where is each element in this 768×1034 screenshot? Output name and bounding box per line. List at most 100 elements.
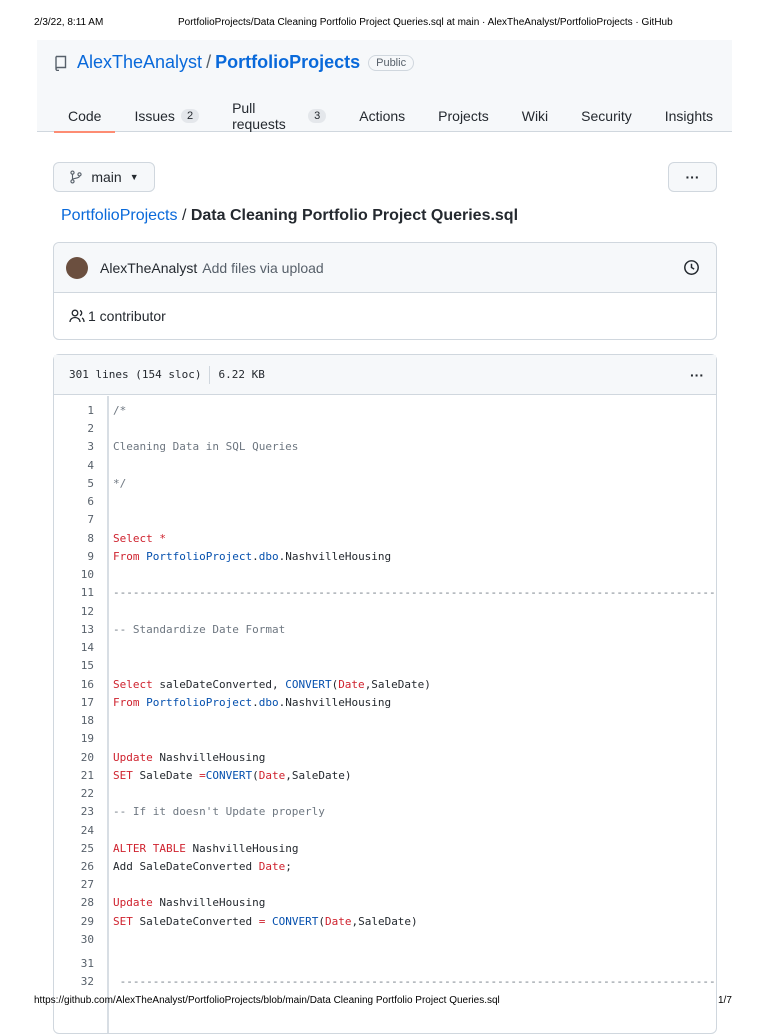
line-number[interactable]: 17	[54, 696, 94, 709]
repo-owner-link[interactable]: AlexTheAnalyst	[77, 52, 202, 73]
tab-label: Pull requests	[232, 100, 286, 132]
file-more-button[interactable]: ···	[690, 367, 704, 383]
line-number[interactable]: 14	[54, 641, 94, 654]
code-token: From	[113, 695, 147, 709]
code-token: Date	[258, 768, 286, 782]
more-options-button[interactable]: ···	[668, 162, 717, 192]
code-line: Update NashvilleHousing	[113, 896, 716, 909]
tab-issues[interactable]: Issues 2	[120, 100, 200, 132]
tab-label: Projects	[438, 108, 489, 124]
line-number[interactable]: 6	[54, 495, 94, 508]
tab-label: Security	[581, 108, 632, 124]
tab-actions[interactable]: Actions	[345, 100, 405, 132]
branch-icon	[70, 170, 83, 184]
line-number[interactable]: 1	[54, 404, 94, 417]
line-number[interactable]: 20	[54, 751, 94, 764]
code-token: PortfolioProject	[146, 695, 253, 709]
commit-author[interactable]: AlexTheAnalyst	[100, 260, 197, 276]
code-line: /*	[113, 404, 716, 417]
code-line: SET SaleDateConverted = CONVERT(Date,Sal…	[113, 915, 716, 928]
line-number[interactable]: 3	[54, 440, 94, 453]
line-number[interactable]: 7	[54, 513, 94, 526]
latest-commit: AlexTheAnalyst Add files via upload	[54, 243, 716, 293]
line-number[interactable]: 26	[54, 860, 94, 873]
file-size: 6.22 KB	[218, 368, 265, 381]
line-number[interactable]: 18	[54, 714, 94, 727]
print-url: https://github.com/AlexTheAnalyst/Portfo…	[34, 995, 500, 1006]
code-token: CONVERT	[205, 768, 253, 782]
code-line: From PortfolioProject.dbo.NashvilleHousi…	[113, 696, 716, 709]
tab-wiki[interactable]: Wiki	[508, 100, 548, 132]
code-token: .NashvilleHousing	[278, 695, 392, 709]
code-token: =	[199, 768, 206, 782]
print-page: 1/7	[718, 995, 732, 1006]
code-token: CONVERT	[285, 677, 332, 691]
line-number[interactable]: 27	[54, 878, 94, 891]
line-number[interactable]: 12	[54, 605, 94, 618]
file-viewer: 301 lines (154 sloc) 6.22 KB ··· 1/* 2 3 Cl…	[53, 354, 717, 1034]
print-date: 2/3/22, 8:11 AM	[34, 17, 104, 28]
repo-name: PortfolioProjects	[215, 52, 361, 72]
code-token: Select *	[113, 531, 166, 545]
tab-label: Issues	[134, 108, 175, 124]
line-number[interactable]: 10	[54, 568, 94, 581]
line-number[interactable]: 9	[54, 550, 94, 563]
avatar[interactable]	[66, 256, 88, 279]
tab-security[interactable]: Security	[567, 100, 632, 132]
line-number[interactable]: 8	[54, 532, 94, 545]
line-number[interactable]: 4	[54, 459, 94, 472]
tab-label: Code	[68, 108, 102, 124]
code-line: Select *	[113, 532, 716, 545]
branch-selector[interactable]: main ▼	[53, 162, 155, 192]
repo-separator: /	[206, 52, 212, 72]
code-token: dbo	[258, 695, 279, 709]
breadcrumb-repo-link[interactable]: PortfolioProjects	[61, 207, 178, 224]
commit-message[interactable]: Add files via upload	[202, 260, 323, 276]
line-number[interactable]: 16	[54, 678, 94, 691]
code-token: NashvilleHousing	[152, 750, 266, 764]
chevron-down-icon: ▼	[129, 172, 139, 182]
print-title: PortfolioProjects/Data Cleaning Portfoli…	[178, 17, 673, 28]
line-number[interactable]: 11	[54, 586, 94, 599]
code-line: SET SaleDate =CONVERT(Date,SaleDate)	[113, 769, 716, 782]
code-token: .	[252, 695, 259, 709]
code-token: Date	[258, 860, 286, 873]
code-token: ----------------------------------------…	[113, 586, 716, 600]
line-number[interactable]: 5	[54, 477, 94, 490]
code-token: dbo	[258, 549, 279, 563]
code-token: Cleaning Data in SQL Queries	[113, 440, 299, 454]
visibility-badge: Public	[368, 54, 415, 71]
tab-projects[interactable]: Projects	[424, 100, 489, 132]
code-token: Date	[324, 914, 352, 928]
line-number[interactable]: 22	[54, 787, 94, 800]
line-number[interactable]: 31	[54, 957, 94, 970]
tab-pull-requests[interactable]: Pull requests 3	[218, 100, 327, 132]
commit-box: AlexTheAnalyst Add files via upload 1 co…	[53, 242, 717, 340]
line-number[interactable]: 13	[54, 623, 94, 636]
line-number[interactable]: 19	[54, 732, 94, 745]
line-number[interactable]: 24	[54, 824, 94, 837]
code-token: SET	[113, 914, 133, 928]
line-number[interactable]: 15	[54, 659, 94, 672]
line-number[interactable]: 29	[54, 915, 94, 928]
line-number[interactable]: 21	[54, 769, 94, 782]
tab-insights[interactable]: Insights	[651, 100, 713, 132]
tab-code[interactable]: Code	[54, 100, 117, 133]
contributors[interactable]: 1 contributor	[54, 293, 716, 339]
tab-count: 3	[308, 109, 327, 123]
line-number[interactable]: 2	[54, 422, 94, 435]
code-token: CONVERT	[271, 914, 319, 928]
history-icon[interactable]	[683, 259, 700, 276]
line-number[interactable]: 32	[54, 975, 94, 988]
breadcrumb: PortfolioProjects / Data Cleaning Portfo…	[61, 207, 518, 225]
repo-name-link[interactable]: PortfolioProjects	[215, 52, 360, 73]
line-number[interactable]: 30	[54, 933, 94, 946]
code-token: -- If it doesn't Update properly	[113, 805, 325, 819]
line-number[interactable]: 25	[54, 842, 94, 855]
code-line: Select saleDateConverted, CONVERT(Date,S…	[113, 678, 716, 691]
line-number[interactable]: 23	[54, 805, 94, 818]
file-lines: 301 lines (154 sloc)	[69, 368, 202, 381]
code-token: NashvilleHousing	[152, 896, 266, 910]
line-number[interactable]: 28	[54, 896, 94, 909]
